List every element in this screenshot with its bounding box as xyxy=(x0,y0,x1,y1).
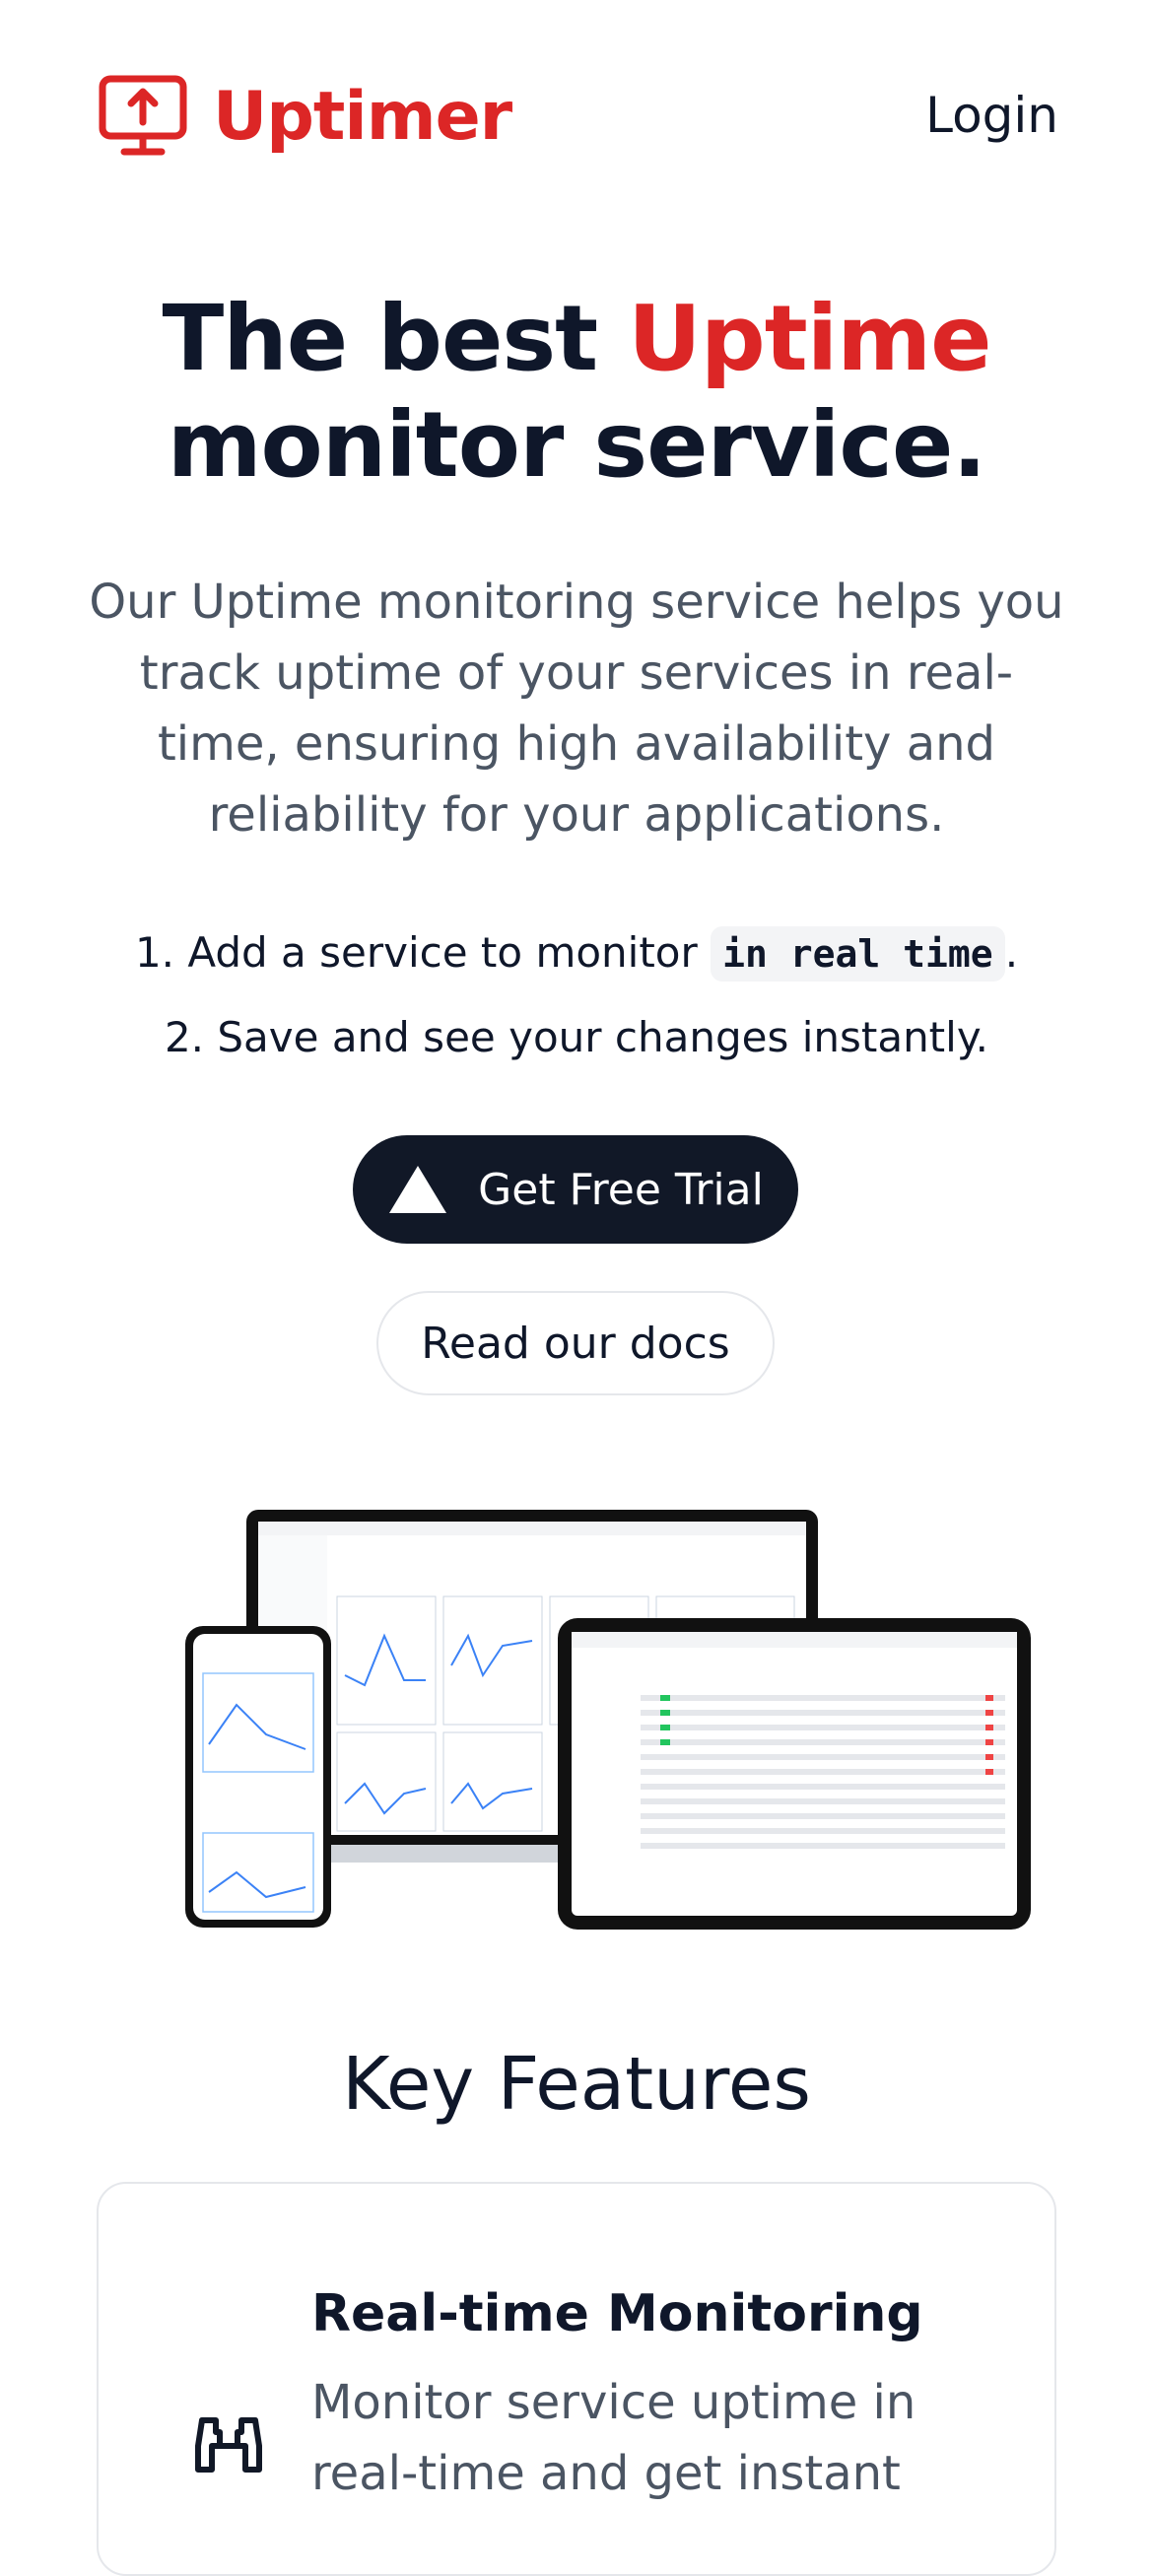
feature-card: Real-time Monitoring Monitor service upt… xyxy=(97,2182,1056,2576)
key-features-title: Key Features xyxy=(342,2042,811,2127)
brand-logo[interactable]: Uptimer xyxy=(99,75,512,158)
hero-description: Our Uptime monitoring service helps you … xyxy=(89,575,1064,843)
triangle-icon xyxy=(389,1166,447,1213)
devices-mockup-image xyxy=(185,1510,1031,1930)
read-docs-button[interactable]: Read our docs xyxy=(376,1291,775,1395)
login-link[interactable]: Login xyxy=(925,87,1058,144)
hero-title-accent: Uptime xyxy=(628,286,991,391)
step-1-code: in real time xyxy=(711,926,1005,982)
monitor-upload-icon xyxy=(99,75,187,156)
step-1: 1. Add a service to monitor in real time… xyxy=(0,918,1153,1003)
feature-title: Real-time Monitoring xyxy=(311,2284,923,2343)
brand-name: Uptimer xyxy=(213,77,512,156)
site-header: Uptimer Login xyxy=(0,0,1153,237)
hero-title: The best Uptime monitor service. xyxy=(0,286,1153,499)
hero-title-part1: The best xyxy=(162,286,598,391)
binoculars-icon xyxy=(195,2417,262,2473)
step-2: 2. Save and see your changes instantly. xyxy=(164,1013,989,1061)
step-1-text: 1. Add a service to monitor xyxy=(134,928,698,977)
steps-list: 1. Add a service to monitor in real time… xyxy=(0,918,1153,1088)
step-1-suffix: . xyxy=(1004,928,1019,977)
get-free-trial-label: Get Free Trial xyxy=(478,1164,764,1215)
get-free-trial-button[interactable]: Get Free Trial xyxy=(353,1135,798,1244)
feature-description: Monitor service uptime in real-time and … xyxy=(311,2375,916,2501)
hero-title-part2: monitor service. xyxy=(167,392,987,498)
